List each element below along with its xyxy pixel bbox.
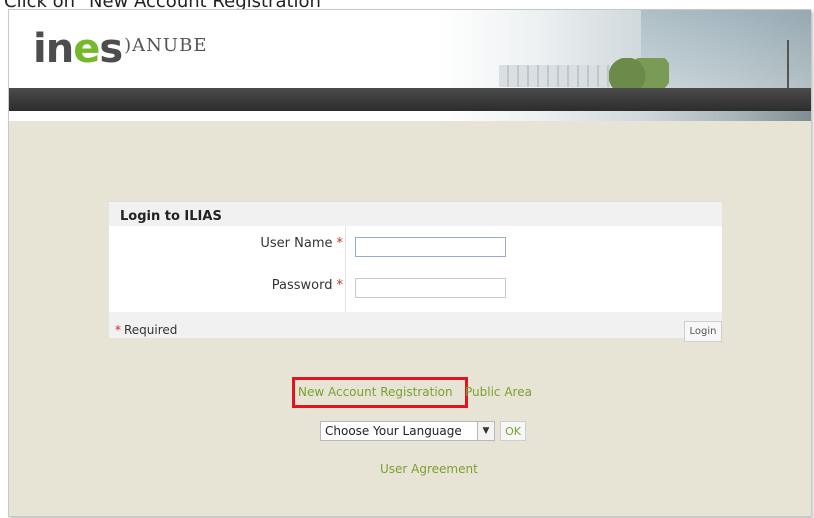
- login-button[interactable]: Login: [684, 321, 722, 342]
- username-input[interactable]: [355, 237, 506, 257]
- public-area-link[interactable]: Public Area: [465, 385, 532, 399]
- username-label: User Name *: [260, 236, 343, 251]
- chevron-down-icon[interactable]: ▼: [477, 422, 494, 440]
- language-select[interactable]: Choose Your Language ▼: [320, 421, 495, 441]
- header-dark-bar: [9, 88, 811, 111]
- password-label: Password *: [271, 278, 344, 293]
- required-asterisk: *: [336, 278, 344, 293]
- photo-crane: [787, 40, 801, 90]
- form-divider: [345, 226, 346, 312]
- login-title: Login to ILIAS: [120, 209, 222, 224]
- new-account-registration-link[interactable]: New Account Registration: [298, 385, 453, 399]
- ines-danube-logo: ines )ANUBE: [33, 26, 208, 72]
- logo-danube: )ANUBE: [124, 35, 208, 56]
- user-agreement-link[interactable]: User Agreement: [380, 462, 478, 476]
- header-banner: ines )ANUBE: [9, 10, 811, 121]
- required-note: * Required: [115, 323, 178, 337]
- password-input[interactable]: [355, 278, 506, 298]
- logo-ines: ines: [33, 26, 123, 72]
- photo-river-lock: [499, 65, 619, 87]
- browser-frame: ines )ANUBE Login to ILIAS User Name * Pa…: [8, 9, 811, 517]
- language-ok-button[interactable]: OK: [500, 421, 526, 441]
- required-asterisk: *: [336, 236, 344, 251]
- login-form: User Name * Password *: [109, 226, 722, 312]
- photo-trees: [609, 58, 669, 88]
- login-panel: Login to ILIAS User Name * Password * * Req…: [109, 201, 722, 342]
